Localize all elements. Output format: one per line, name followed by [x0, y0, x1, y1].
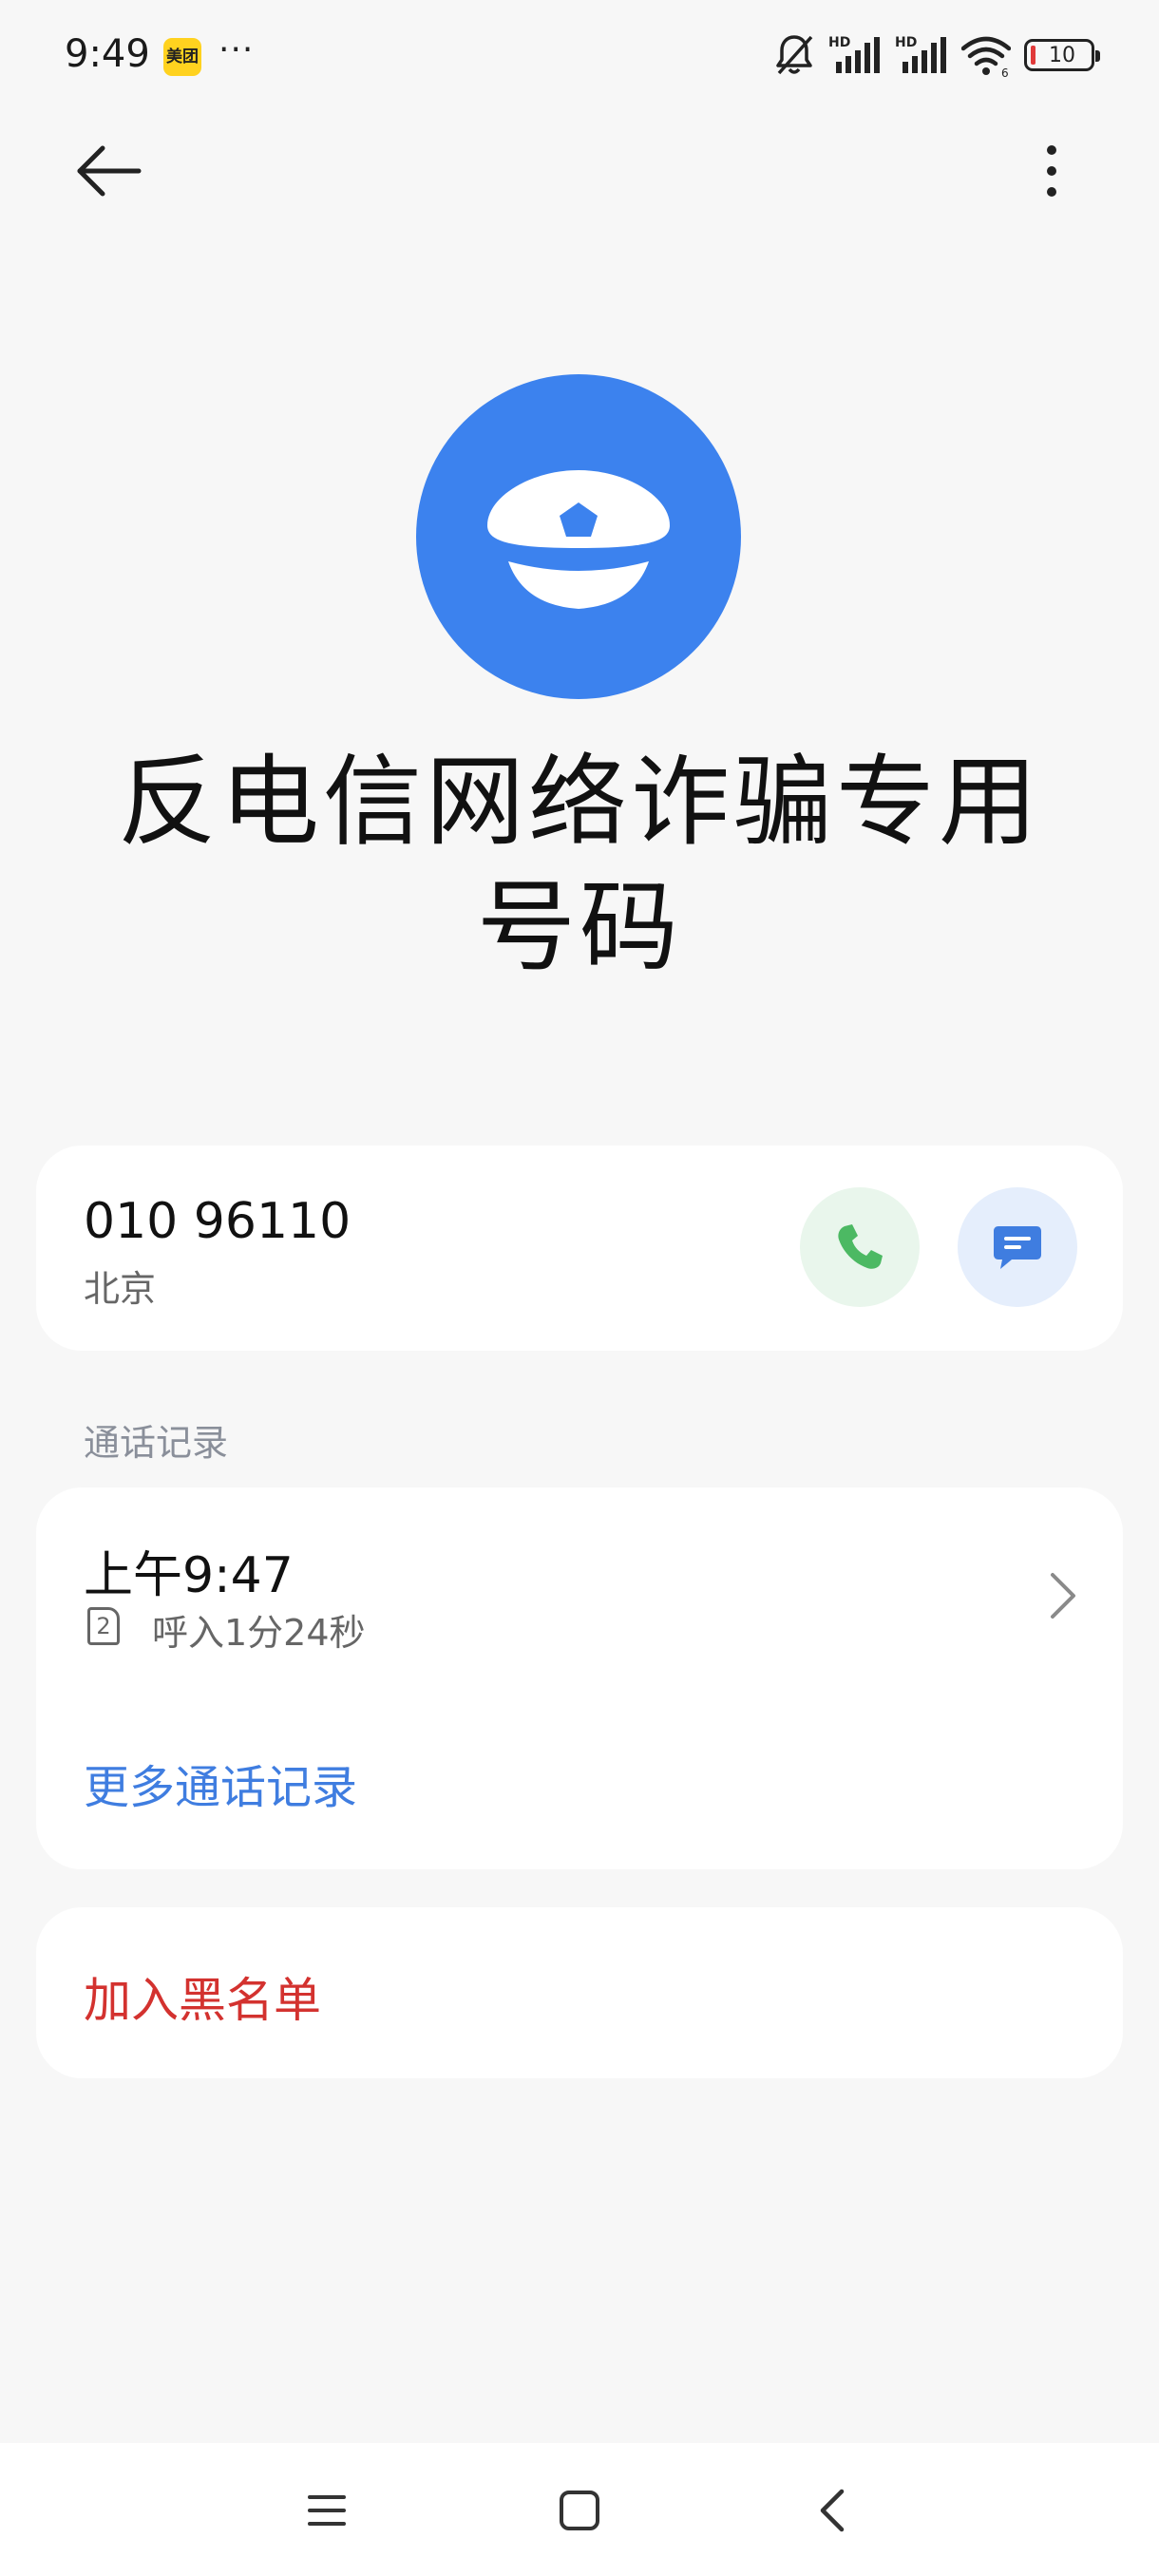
svg-text:HD: HD [895, 35, 917, 50]
system-back-button[interactable] [794, 2477, 870, 2544]
hd-signal-icon: HD [895, 35, 946, 73]
sim-card-icon: 2 [87, 1607, 120, 1645]
status-icons: HD HD 6 10 [773, 28, 1100, 82]
police-cap-icon [487, 470, 670, 609]
call-time: 上午9:47 [84, 1547, 294, 1604]
call-button[interactable] [800, 1187, 920, 1307]
system-nav-bar [0, 2443, 1159, 2576]
menu-icon [308, 2495, 346, 2526]
call-history-card: 上午9:47 2 呼入1分24秒 更多通话记录 [36, 1487, 1123, 1869]
arrow-left-icon [77, 145, 142, 197]
recent-apps-button[interactable] [289, 2477, 365, 2544]
svg-text:6: 6 [1001, 66, 1009, 77]
more-call-history-link[interactable]: 更多通话记录 [84, 1750, 357, 1816]
call-detail: 呼入1分24秒 [152, 1612, 366, 1654]
contact-name: 反电信网络诈骗专用号码 [117, 744, 1041, 985]
svg-text:HD: HD [828, 35, 850, 50]
add-to-blacklist-button[interactable]: 加入黑名单 [84, 1962, 321, 2031]
number-location: 北京 [84, 1268, 157, 1310]
status-time: 9:49 [65, 32, 150, 76]
status-bar: 9:49 美团 ··· HD HD 6 10 [0, 0, 1159, 114]
back-icon [820, 2489, 845, 2532]
meituan-app-icon: 美团 [163, 38, 201, 76]
phone-number[interactable]: 010 96110 [84, 1193, 351, 1250]
phone-icon [838, 1224, 883, 1269]
mute-icon [776, 35, 813, 75]
contact-detail-screen: 9:49 美团 ··· HD HD 6 10 反电信网络诈骗专用号码 010 9… [0, 0, 1159, 2576]
home-icon [560, 2491, 599, 2530]
wifi-icon: 6 [961, 36, 1011, 77]
message-button[interactable] [958, 1187, 1077, 1307]
back-button[interactable] [74, 133, 160, 209]
call-history-section-label: 通话记录 [84, 1422, 229, 1464]
chevron-right-icon [1051, 1573, 1075, 1619]
contact-avatar [416, 374, 741, 699]
more-options-button[interactable] [1018, 133, 1085, 209]
battery-icon: 10 [1024, 39, 1100, 71]
number-card: 010 96110 北京 [36, 1146, 1123, 1351]
hd-signal-icon: HD [828, 35, 880, 73]
vertical-dots-icon [1047, 145, 1056, 197]
more-notifications-icon: ··· [218, 30, 255, 69]
message-icon [994, 1226, 1041, 1269]
battery-percent: 10 [1049, 43, 1075, 67]
call-history-entry[interactable]: 上午9:47 2 呼入1分24秒 [36, 1487, 1123, 1654]
home-button[interactable] [542, 2477, 618, 2544]
add-to-blacklist-card[interactable]: 加入黑名单 [36, 1907, 1123, 2078]
